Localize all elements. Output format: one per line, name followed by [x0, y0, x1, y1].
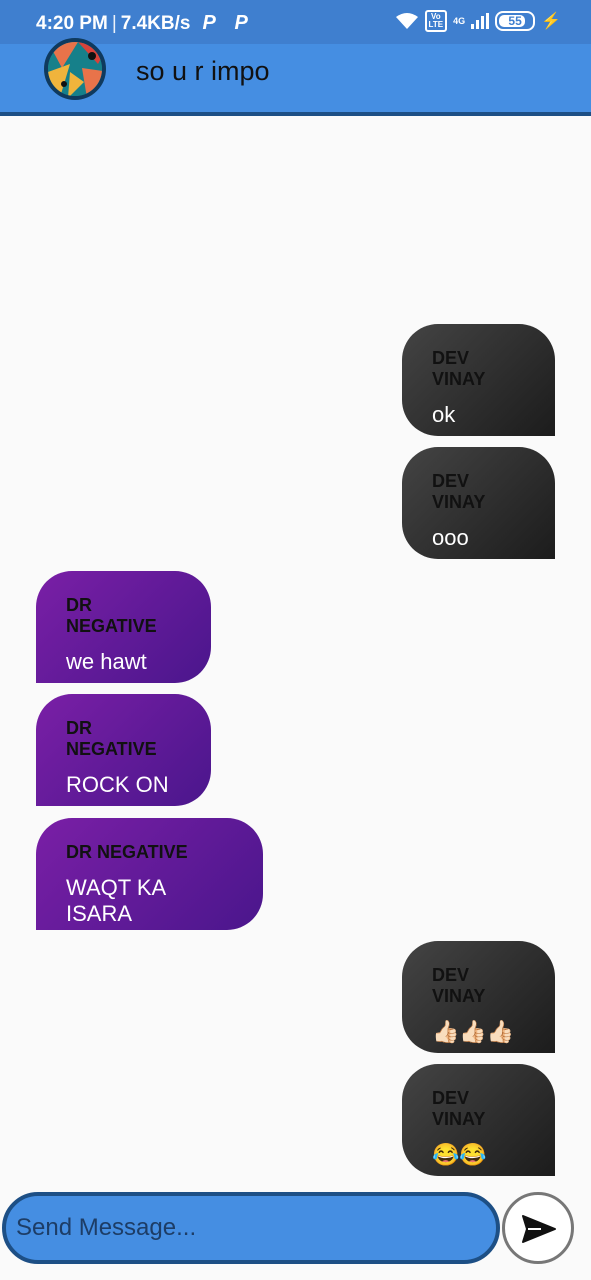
message-input[interactable] [16, 1206, 486, 1250]
message-bubble-outgoing[interactable]: DEV VINAY ooo [402, 447, 555, 559]
message-sender: DEV VINAY [432, 965, 486, 1006]
message-text: 😂😂 [432, 1142, 487, 1167]
message-bubble-incoming[interactable]: DR NEGATIVE ROCK ON [36, 694, 211, 806]
message-bubble-outgoing[interactable]: DEV VINAY 👍🏻👍🏻👍🏻 [402, 941, 555, 1053]
message-bubble-outgoing[interactable]: DEV VINAY 😂😂 [402, 1064, 555, 1176]
message-sender: DR NEGATIVE [66, 718, 157, 759]
status-bar: 4:20 PM | 7.4KB/s P P Vo LTE 4G 55 ⚡ [0, 0, 591, 44]
battery-icon: 55 [495, 11, 536, 31]
status-time: 4:20 PM [36, 12, 108, 34]
message-sender: DEV VINAY [432, 348, 486, 389]
status-left: 4:20 PM | 7.4KB/s P P [36, 12, 254, 35]
message-text: ooo [432, 525, 469, 550]
message-sender: DEV VINAY [432, 1088, 486, 1129]
wifi-icon [395, 13, 418, 29]
battery-level: 55 [508, 14, 522, 28]
group-avatar[interactable] [44, 38, 106, 100]
message-bubble-incoming[interactable]: DR NEGATIVE WAQT KA ISARA [36, 818, 263, 930]
status-right: Vo LTE 4G 55 ⚡ [395, 10, 561, 32]
avatar-art [48, 42, 102, 96]
message-text: 👍🏻👍🏻👍🏻 [432, 1019, 515, 1044]
message-bubble-incoming[interactable]: DR NEGATIVE we hawt [36, 571, 211, 683]
message-text: we hawt [66, 649, 147, 674]
volte-icon: Vo LTE [424, 10, 448, 32]
charging-icon: ⚡ [541, 13, 561, 30]
message-sender: DR NEGATIVE [66, 842, 188, 862]
signal-icon [471, 13, 490, 29]
message-sender: DR NEGATIVE [66, 595, 157, 636]
message-bubble-outgoing[interactable]: DEV VINAY ok [402, 324, 555, 436]
app-bar: so u r impo [0, 38, 591, 116]
send-button[interactable] [502, 1192, 574, 1264]
message-sender: DEV VINAY [432, 471, 486, 512]
network-type: 4G [453, 16, 466, 26]
status-speed: 7.4KB/s [120, 12, 191, 34]
message-text: ok [432, 402, 456, 427]
message-text: WAQT KA ISARA [66, 875, 166, 926]
chat-title: so u r impo [136, 56, 270, 86]
message-text: ROCK ON [66, 772, 169, 797]
send-icon [522, 1215, 556, 1243]
message-composer [2, 1192, 500, 1264]
notification-p-icon-2: P [234, 12, 248, 34]
notification-p-icon: P [202, 12, 216, 34]
status-separator: | [111, 12, 117, 34]
